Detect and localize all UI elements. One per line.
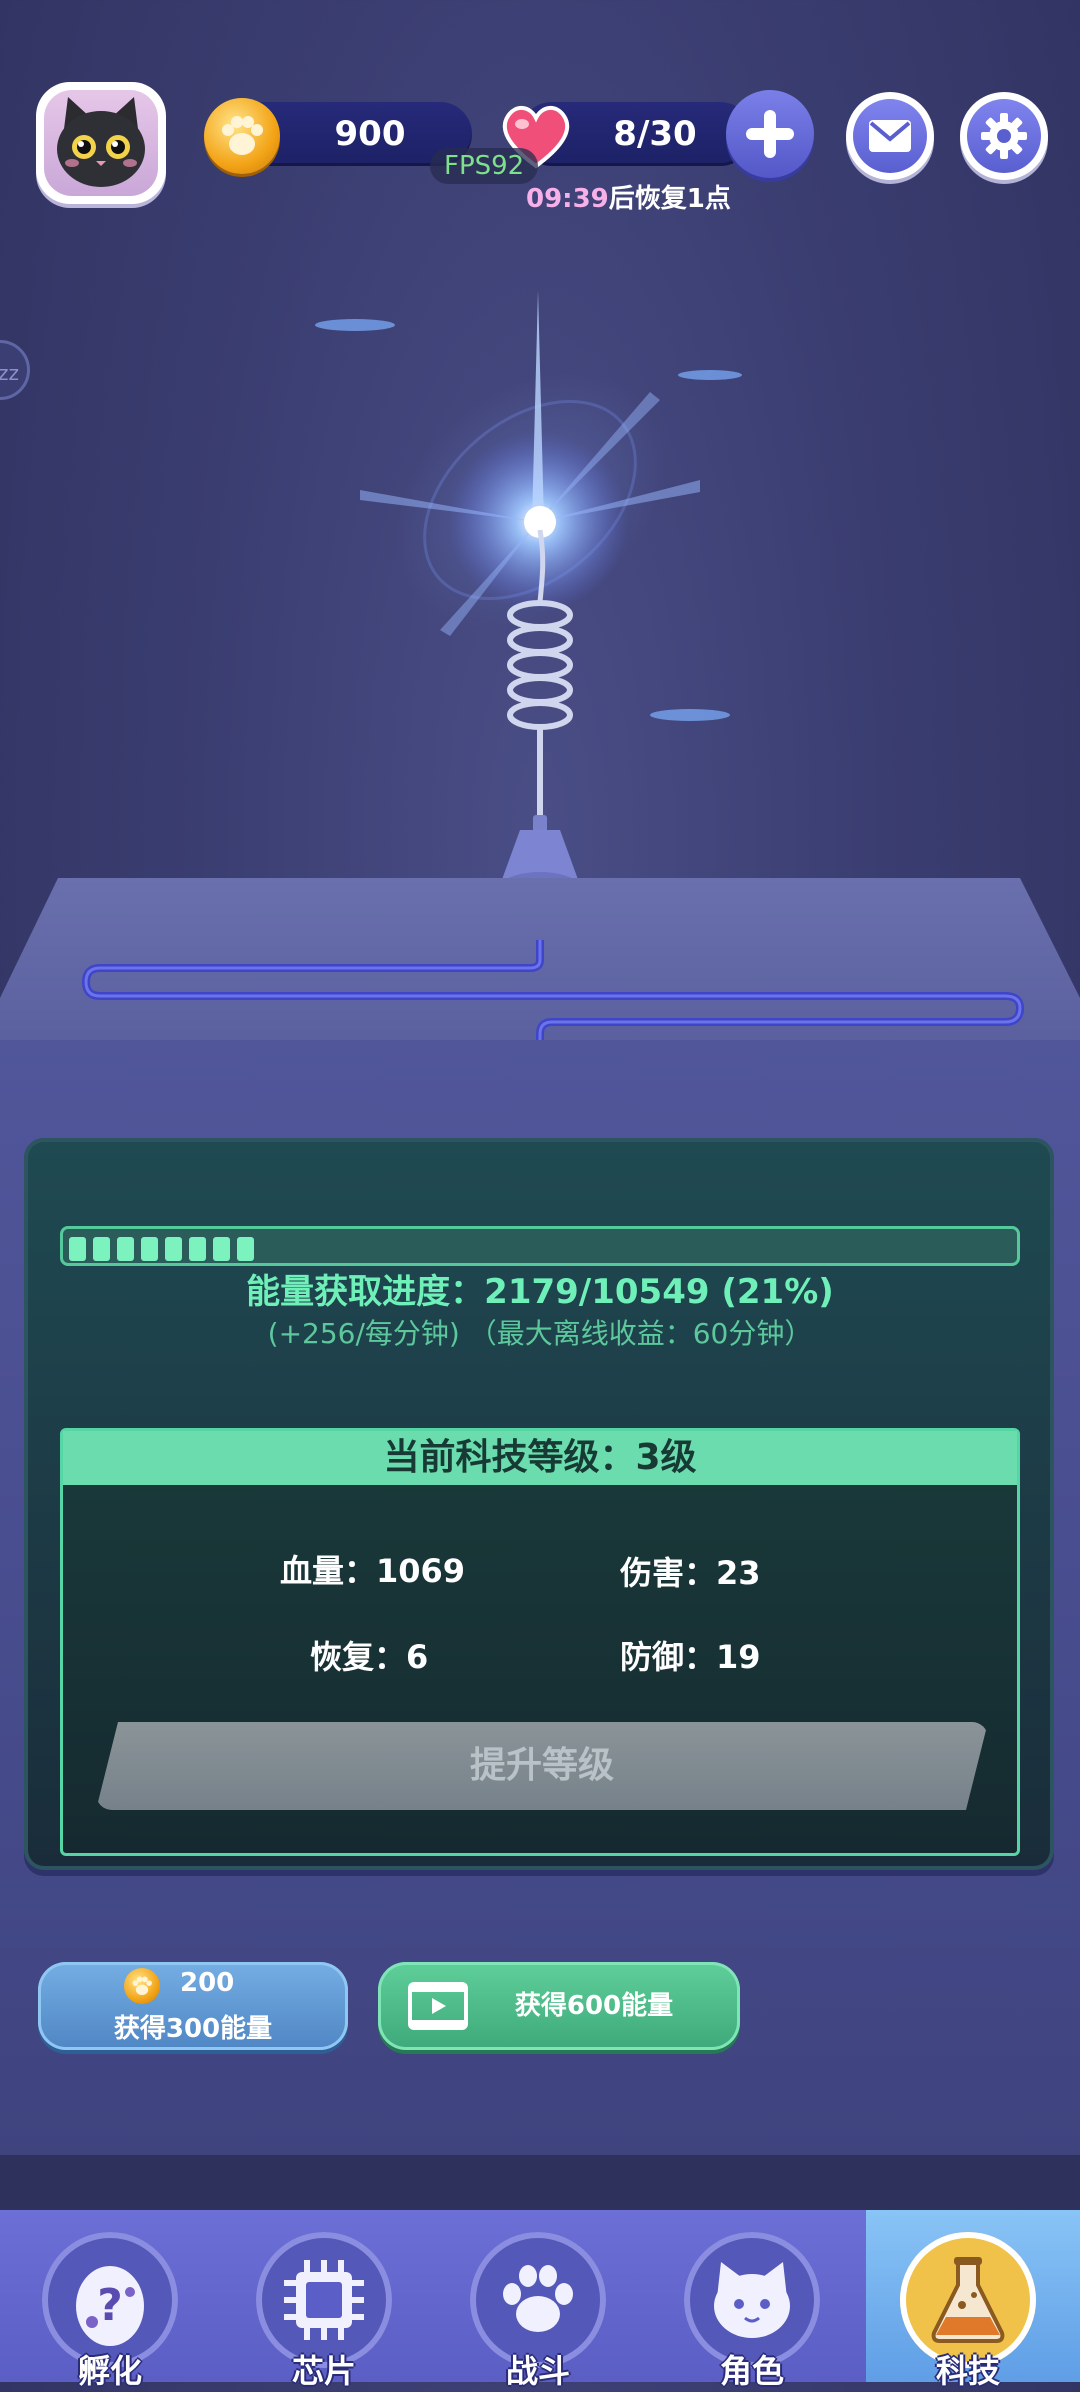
nav-label-tech: 科技 — [935, 2352, 1000, 2390]
video-icon — [408, 1982, 468, 2030]
buy-energy-cost: 200 — [180, 1968, 235, 1998]
energy-progress-bar — [60, 1226, 1020, 1266]
nav-tab-hatch[interactable]: ? 孵化 — [40, 2232, 180, 2390]
nav-label-character: 角色 — [719, 2352, 784, 2390]
energy-progress-text: 能量获取进度：2179/10549 (21%) — [246, 1272, 834, 1312]
gear-icon — [981, 113, 1027, 159]
nav-label-hatch: 孵化 — [77, 2352, 142, 2390]
nav-tab-character[interactable]: 角色 — [682, 2232, 822, 2390]
watch-video-label: 获得600能量 — [514, 1991, 674, 2021]
buy-energy-button[interactable]: 200 获得300能量 — [38, 1962, 348, 2050]
stat-damage: 伤害：23 — [620, 1554, 761, 1592]
cat-face-icon — [714, 2262, 790, 2338]
stat-hp: 血量：1069 — [280, 1552, 466, 1590]
progress-segment — [93, 1237, 110, 1261]
upgrade-level-button[interactable]: 提升等级 — [96, 1722, 988, 1810]
paw-icon — [503, 2265, 573, 2332]
heart-recover-timer: 09:39后恢复1点 — [526, 178, 731, 215]
nav-tab-battle[interactable]: 战斗 — [468, 2232, 608, 2390]
machine-base — [0, 2155, 1080, 2210]
tech-level-title: 当前科技等级：3级 — [63, 1431, 1017, 1485]
stat-regen: 恢复：6 — [310, 1638, 429, 1676]
watch-video-energy-button[interactable]: 获得600能量 — [378, 1962, 740, 2050]
progress-segment — [189, 1237, 206, 1261]
add-hearts-button[interactable] — [726, 90, 814, 178]
plus-icon — [746, 110, 794, 158]
svg-text:?: ? — [97, 2280, 123, 2331]
fps-counter: FPS92 — [430, 148, 539, 184]
progress-segment — [165, 1237, 182, 1261]
black-cat-avatar-icon — [44, 90, 158, 196]
buy-energy-label: 获得300能量 — [113, 2014, 273, 2044]
nav-label-battle: 战斗 — [505, 2352, 570, 2390]
chip-icon — [284, 2260, 364, 2340]
recover-suffix: 后恢复1点 — [608, 184, 731, 214]
progress-segment — [69, 1237, 86, 1261]
recover-time: 09:39 — [526, 184, 609, 214]
progress-segment — [213, 1237, 230, 1261]
flask-icon — [931, 2257, 1005, 2343]
heart-amount: 8/30 — [613, 114, 697, 154]
nav-label-chip: 芯片 — [291, 2352, 356, 2390]
player-avatar[interactable] — [36, 82, 166, 204]
progress-segment — [237, 1237, 254, 1261]
energy-rate-text: (+256/每分钟) （最大离线收益：60分钟） — [267, 1317, 813, 1350]
mail-button[interactable] — [846, 92, 934, 180]
paw-coin-icon — [124, 1968, 160, 2004]
stat-defense: 防御：19 — [620, 1638, 761, 1676]
nav-tab-tech[interactable]: 科技 — [898, 2232, 1038, 2390]
progress-segment — [117, 1237, 134, 1261]
paw-coin-icon — [204, 98, 280, 174]
egg-question-icon: ? — [76, 2266, 144, 2346]
mail-icon — [869, 120, 911, 152]
nav-tab-chip[interactable]: 芯片 — [254, 2232, 394, 2390]
settings-button[interactable] — [960, 92, 1048, 180]
progress-segment — [141, 1237, 158, 1261]
